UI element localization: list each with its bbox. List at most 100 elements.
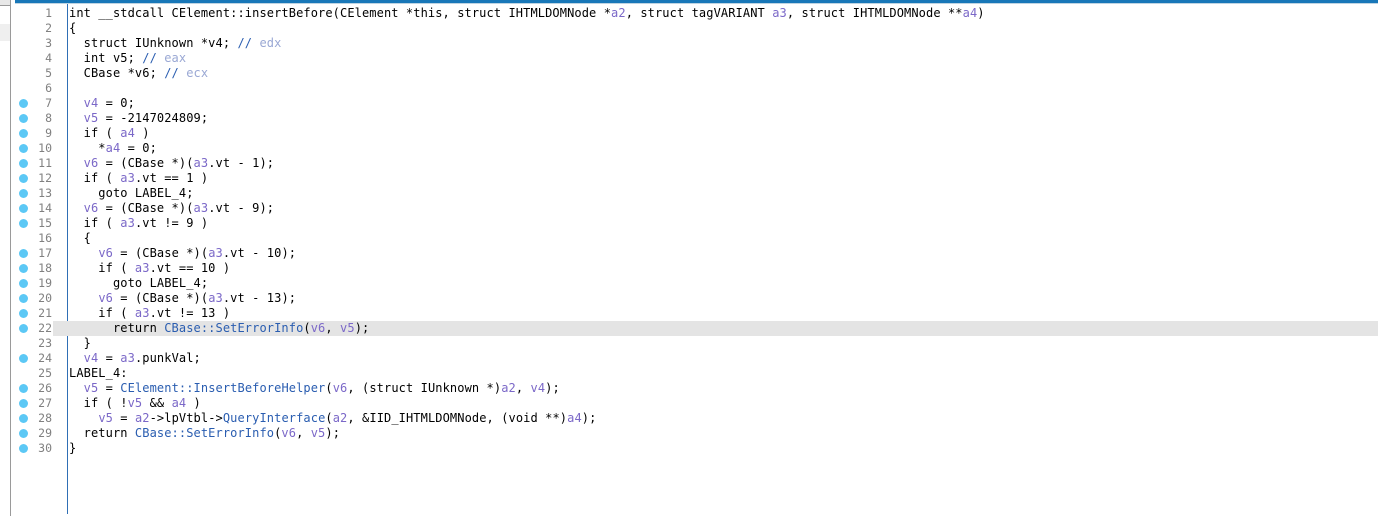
line-number: 21 — [38, 306, 52, 320]
code-token-var: a4 — [120, 126, 135, 140]
breakpoint-marker[interactable] — [19, 129, 28, 138]
code-token-cmt: // — [237, 36, 253, 50]
code-token-reg: ecx — [178, 66, 209, 80]
code-token-reg: eax — [156, 51, 187, 65]
code-token-plain: if ( — [69, 216, 121, 230]
code-token-var: v6 — [83, 156, 99, 170]
breakpoint-marker[interactable] — [19, 159, 28, 168]
code-token-plain: , struct IHTMLDOMNode ** — [786, 6, 963, 20]
code-token-plain: if ( — [69, 126, 121, 140]
code-line[interactable]: } — [69, 441, 76, 456]
code-line[interactable]: goto LABEL_4; — [69, 276, 208, 291]
code-line[interactable]: if ( a3.vt == 10 ) — [69, 261, 230, 276]
breakpoint-marker[interactable] — [19, 444, 28, 453]
code-line[interactable]: goto LABEL_4; — [69, 186, 194, 201]
code-token-var: v6 — [98, 246, 113, 260]
code-line[interactable]: LABEL_4: — [69, 366, 128, 381]
pseudocode-editor[interactable]: 1 2 3 4 5 6 7 8 9 10 11 12 13 14 15 16 17 18 19 20 21 22 23 24 2… — [15, 0, 1378, 516]
code-token-var: a4 — [567, 411, 582, 425]
code-token-var: a3 — [193, 201, 209, 215]
breakpoint-marker[interactable] — [19, 399, 28, 408]
code-token-plain: goto LABEL_4; — [69, 276, 209, 290]
breakpoint-marker[interactable] — [19, 249, 28, 258]
breakpoint-marker[interactable] — [19, 189, 28, 198]
code-line[interactable]: v5 = CElement::InsertBeforeHelper(v6, (s… — [69, 381, 560, 396]
code-line[interactable]: v6 = (CBase *)(a3.vt - 13); — [69, 291, 296, 306]
left-dock-tab[interactable] — [0, 24, 10, 41]
code-token-plain: ) — [134, 126, 150, 140]
line-number: 17 — [38, 246, 52, 260]
code-line[interactable]: int v5; // eax — [69, 51, 186, 66]
breakpoint-marker[interactable] — [19, 144, 28, 153]
code-token-var: a2 — [611, 6, 626, 20]
code-token-var: a2 — [332, 411, 348, 425]
line-number: 7 — [45, 96, 52, 110]
breakpoint-marker[interactable] — [19, 414, 28, 423]
breakpoint-marker[interactable] — [19, 279, 28, 288]
code-line[interactable]: v4 = a3.punkVal; — [69, 351, 201, 366]
breakpoint-marker[interactable] — [19, 294, 28, 303]
line-number: 15 — [38, 216, 52, 230]
code-token-plain: = -2147024809; — [98, 111, 209, 125]
line-number: 13 — [38, 186, 52, 200]
code-line[interactable]: v5 = -2147024809; — [69, 111, 208, 126]
code-line[interactable]: v5 = a2->lpVtbl->QueryInterface(a2, &IID… — [69, 411, 596, 426]
code-token-var: v5 — [83, 111, 99, 125]
breakpoint-marker[interactable] — [19, 384, 28, 393]
code-line[interactable]: return CBase::SetErrorInfo(v6, v5); — [69, 321, 369, 336]
code-line[interactable]: v6 = (CBase *)(a3.vt - 10); — [69, 246, 296, 261]
breakpoint-marker[interactable] — [19, 219, 28, 228]
code-token-var: a3 — [134, 261, 150, 275]
code-token-var: v5 — [310, 426, 326, 440]
code-token-plain: .vt - 10); — [222, 246, 297, 260]
line-number: 11 — [38, 156, 52, 170]
breakpoint-marker[interactable] — [19, 324, 28, 333]
breakpoint-marker[interactable] — [19, 114, 28, 123]
code-surface[interactable]: int __stdcall CElement::insertBefore(CEl… — [53, 4, 1378, 516]
code-line[interactable]: v4 = 0; — [69, 96, 135, 111]
code-token-var: v5 — [98, 411, 113, 425]
code-line[interactable]: v6 = (CBase *)(a3.vt - 1); — [69, 156, 274, 171]
code-line[interactable]: { — [69, 21, 76, 36]
code-token-cmt: // — [142, 51, 157, 65]
code-line[interactable]: struct IUnknown *v4; // edx — [69, 36, 282, 51]
code-line[interactable]: v6 = (CBase *)(a3.vt - 9); — [69, 201, 274, 216]
code-line[interactable]: int __stdcall CElement::insertBefore(CEl… — [69, 6, 985, 21]
breakpoint-marker[interactable] — [19, 204, 28, 213]
code-line[interactable]: } — [69, 336, 91, 351]
code-token-plain: ); — [325, 426, 341, 440]
code-line[interactable]: if ( a3.vt == 1 ) — [69, 171, 208, 186]
code-line[interactable]: { — [69, 231, 91, 246]
code-token-var: a3 — [120, 351, 135, 365]
code-token-plain: ); — [354, 321, 370, 335]
code-token-plain: * — [69, 141, 106, 155]
code-token-fn: CBase::SetErrorInfo — [164, 321, 304, 335]
breakpoint-marker[interactable] — [19, 174, 28, 183]
code-token-fn: CBase::SetErrorInfo — [134, 426, 275, 440]
code-token-fn: CElement::InsertBeforeHelper — [120, 381, 326, 395]
code-line[interactable]: if ( a4 ) — [69, 126, 150, 141]
code-token-plain: return — [69, 426, 135, 440]
breakpoint-marker[interactable] — [19, 99, 28, 108]
breakpoint-marker[interactable] — [19, 429, 28, 438]
code-token-plain: = (CBase *)( — [98, 201, 194, 215]
code-line[interactable]: return CBase::SetErrorInfo(v6, v5); — [69, 426, 340, 441]
code-token-plain: .punkVal; — [134, 351, 201, 365]
code-line[interactable]: CBase *v6; // ecx — [69, 66, 208, 81]
code-token-var: a3 — [134, 306, 150, 320]
breakpoint-marker[interactable] — [19, 264, 28, 273]
left-dock-rail[interactable] — [0, 0, 11, 516]
code-token-plain: ) — [977, 6, 985, 20]
line-number: 10 — [38, 141, 52, 155]
code-token-plain: int v5; — [69, 51, 143, 65]
code-line[interactable]: if ( a3.vt != 13 ) — [69, 306, 230, 321]
code-line[interactable]: if ( !v5 && a4 ) — [69, 396, 201, 411]
code-line[interactable]: *a4 = 0; — [69, 141, 157, 156]
code-token-plain: { — [69, 231, 91, 245]
breakpoint-marker[interactable] — [19, 309, 28, 318]
breakpoint-marker[interactable] — [19, 354, 28, 363]
breakpoint-gutter[interactable] — [15, 4, 33, 516]
code-line[interactable]: if ( a3.vt != 9 ) — [69, 216, 208, 231]
